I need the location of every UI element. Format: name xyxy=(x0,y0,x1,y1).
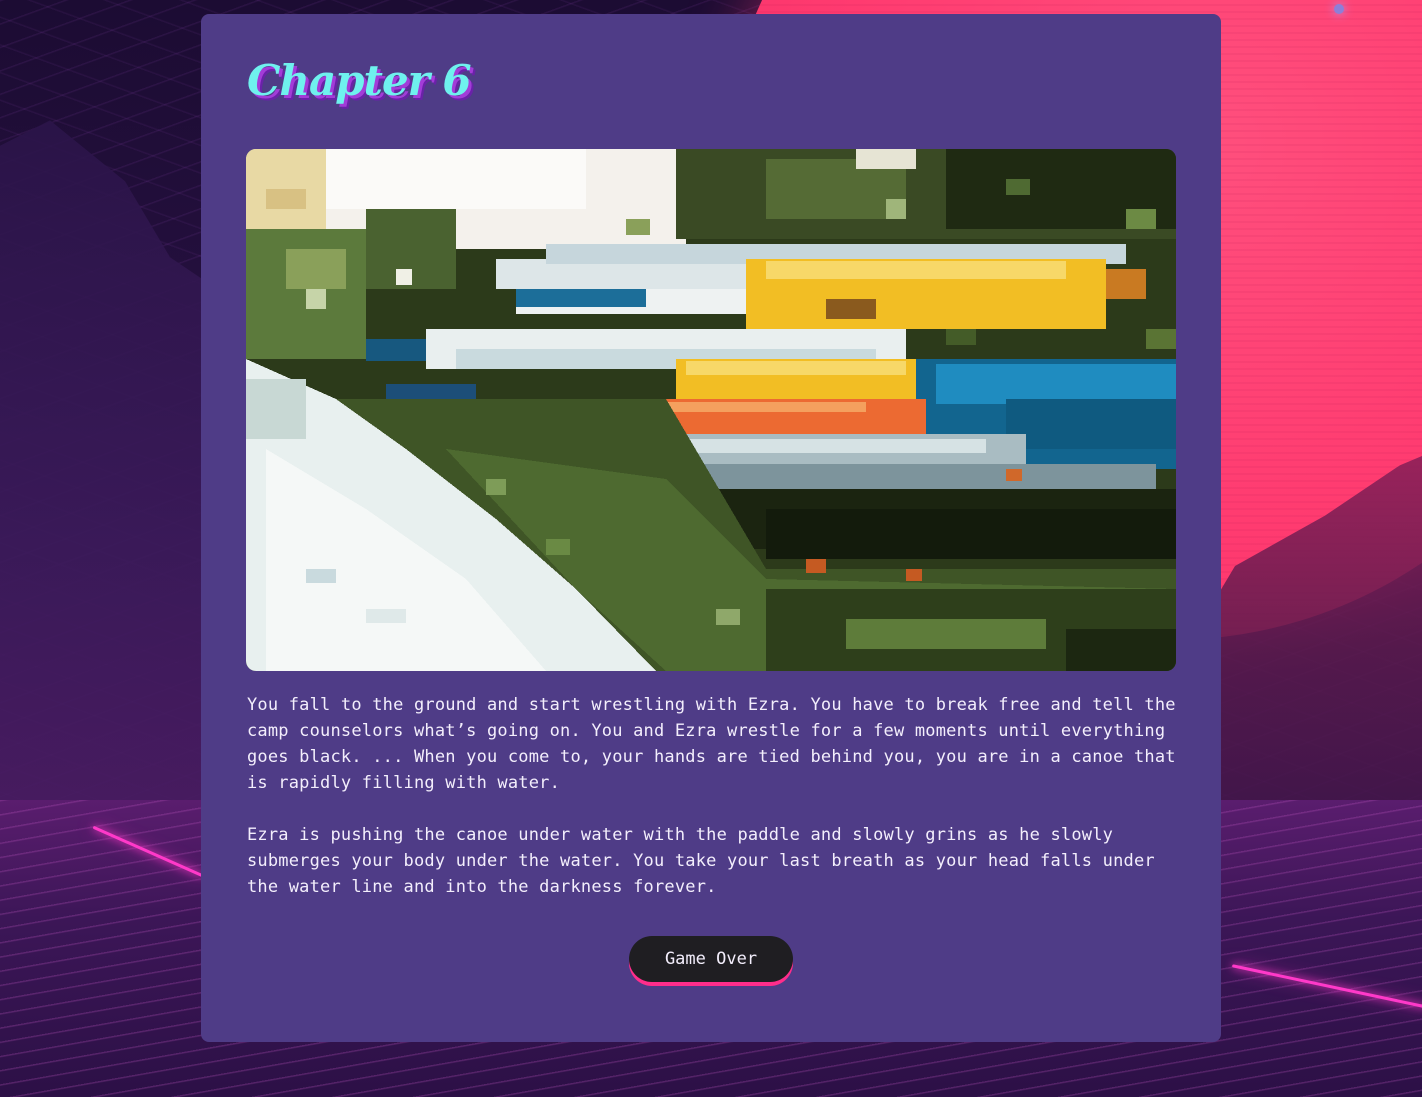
chapter-card: Chapter 6 You fall to the ground and sta… xyxy=(201,14,1221,1042)
game-over-button[interactable]: Game Over xyxy=(629,936,793,982)
star xyxy=(1334,4,1344,14)
pixel-art-canoes xyxy=(246,149,1176,671)
scene-image xyxy=(246,149,1176,671)
story-paragraph: Ezra is pushing the canoe under water wi… xyxy=(247,825,1155,897)
chapter-title: Chapter 6 xyxy=(247,56,472,105)
story-paragraph: You fall to the ground and start wrestli… xyxy=(247,695,1176,793)
story-text: You fall to the ground and start wrestli… xyxy=(247,692,1187,926)
